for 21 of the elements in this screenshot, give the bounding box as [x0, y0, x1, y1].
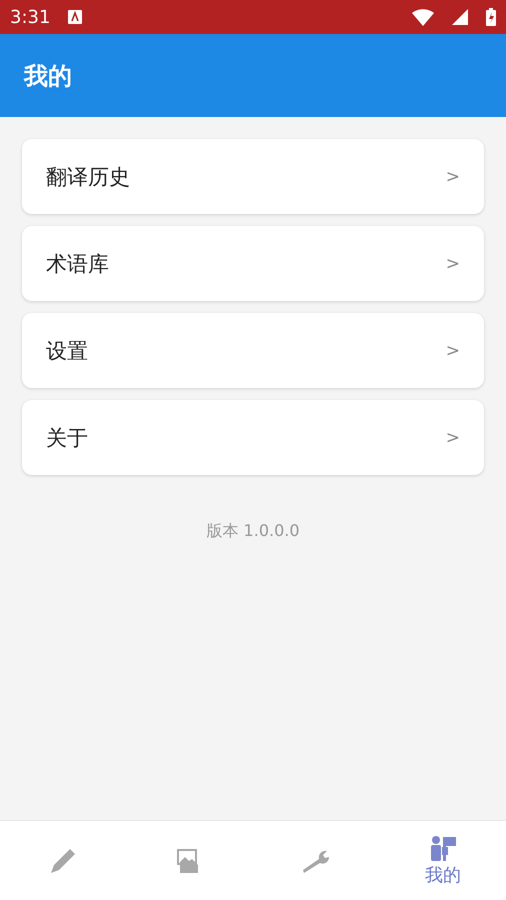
menu-label: 翻译历史	[46, 164, 131, 190]
menu-item[interactable]: 设置 >	[22, 313, 484, 388]
chevron: >	[446, 254, 460, 274]
status-time: 3:31	[10, 6, 50, 28]
menu-label: 设置	[46, 338, 89, 364]
menu-label: 关于	[46, 424, 89, 452]
nav-tab[interactable]: 我的	[380, 821, 506, 900]
menu-label: 术语库	[46, 250, 110, 278]
menu-item[interactable]: 术语库 >	[22, 226, 484, 301]
chevron: >	[446, 428, 460, 448]
menu-item[interactable]: 翻译历史 >	[22, 139, 484, 214]
people-icon	[428, 834, 457, 860]
battery-icon	[486, 8, 496, 26]
version-text: 版本 1.0.0.0	[206, 521, 300, 542]
notification-icon	[68, 10, 82, 24]
chevron: >	[446, 340, 460, 360]
menu-item[interactable]: 关于 >	[22, 400, 484, 475]
wifi-icon	[412, 8, 434, 26]
chevron: >	[446, 166, 460, 186]
signal-icon	[452, 9, 468, 25]
page-title: 我的	[24, 60, 72, 92]
